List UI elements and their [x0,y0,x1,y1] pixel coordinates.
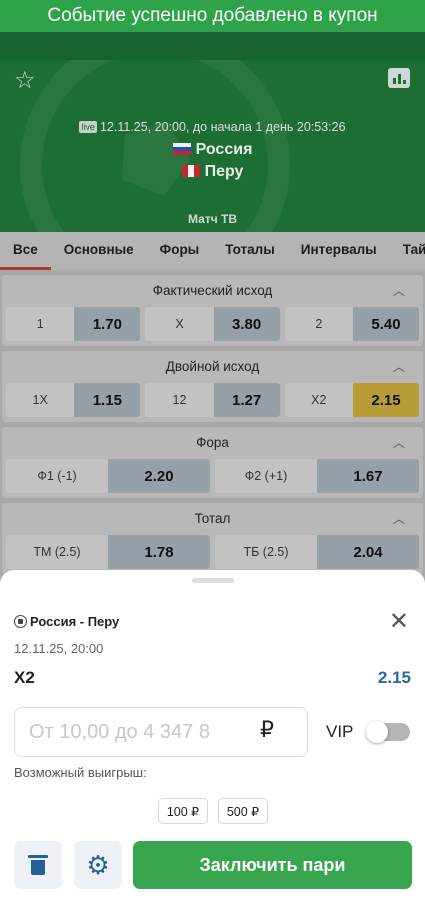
outcome-label: 1X [32,393,48,407]
quick-amount-100[interactable]: 100 ₽ [158,798,208,824]
russia-flag-icon [172,143,191,155]
odd-button-2[interactable]: 2 5.40 [284,307,419,341]
outcome-label: X [175,317,184,331]
football-icon [14,615,27,628]
team-1-name: Россия [195,141,253,158]
market-group-result: Фактический исход ︿ 1 1.70 X 3.80 2 5.40 [2,275,423,346]
group-title: Тотал [194,511,231,526]
odd-value: 1.27 [213,383,280,417]
outcome-label: 1 [36,317,44,331]
coupon-bet-odd: 2.15 [377,668,411,687]
outcome-label: Ф1 (-1) [37,469,77,483]
chevron-up-icon[interactable]: ︿ [393,503,405,535]
odd-button-1x[interactable]: 1X 1.15 [6,383,141,417]
outcome-label: 12 [172,393,187,407]
chevron-up-icon[interactable]: ︿ [393,351,405,383]
group-title: Фактический исход [152,283,273,298]
quick-amount-500[interactable]: 500 ₽ [218,798,268,824]
outcome-label: Ф2 (+1) [244,469,288,483]
odd-value: 2.04 [317,535,419,569]
settings-button[interactable]: ⚙ [74,841,122,889]
tab-totals[interactable]: Тоталы [212,232,288,270]
tab-halves[interactable]: Тайм [390,232,425,270]
coupon-bet-type: X2 [14,668,35,687]
peru-flag-icon [181,165,200,177]
chevron-up-icon[interactable]: ︿ [393,427,405,459]
group-title: Фора [196,435,229,450]
odd-value: 5.40 [352,307,419,341]
currency-symbol: ₽ [260,717,274,742]
coupon-event-date: 12.11.25, 20:00 [14,641,104,656]
team-2-name: Перу [204,163,244,180]
possible-win-label: Возможный выигрыш: [14,765,147,780]
star-icon[interactable]: ☆ [14,66,36,95]
tab-main[interactable]: Основные [51,232,147,270]
team-1: Россия [0,141,425,159]
trash-icon [28,855,48,875]
odd-value: 1.70 [74,307,141,341]
gear-icon: ⚙ [86,850,110,880]
bet-slip-sheet: Россия - Перу ✕ 12.11.25, 20:00 X2 2.15 … [0,570,425,900]
odd-value: 1.67 [317,459,419,493]
group-header[interactable]: Фора ︿ [2,427,423,459]
group-header[interactable]: Двойной исход ︿ [2,351,423,383]
coupon-event-title: Россия - Перу [14,614,119,629]
group-header[interactable]: Тотал ︿ [2,503,423,535]
stats-icon[interactable] [388,68,410,88]
odd-value: 3.80 [213,307,280,341]
outcome-label: ТМ (2.5) [33,545,81,559]
match-datetime: 12.11.25, 20:00, до начала 1 день 20:53:… [99,120,346,134]
odd-value: 2.20 [108,459,210,493]
group-title: Двойной исход [165,359,260,374]
odd-button-1[interactable]: 1 1.70 [6,307,141,341]
tab-handicaps[interactable]: Форы [147,232,213,270]
sheet-drag-handle[interactable] [192,578,234,583]
group-header[interactable]: Фактический исход ︿ [2,275,423,307]
chevron-up-icon[interactable]: ︿ [393,275,405,307]
outcome-label: ТБ (2.5) [243,545,289,559]
odd-value: 1.15 [74,383,141,417]
tab-intervals[interactable]: Интервалы [288,232,390,270]
outcome-label: 2 [315,317,323,331]
odd-value: 2.15 [352,383,419,417]
team-2: Перу [0,163,425,181]
market-tabs: Все Основные Форы Тоталы Интервалы Тайм [0,232,425,270]
vip-toggle[interactable] [366,721,410,743]
broadcast-channel: Матч ТВ [188,212,237,226]
odd-button-h1[interactable]: Ф1 (-1) 2.20 [6,459,210,493]
odd-button-x[interactable]: X 3.80 [145,307,280,341]
odd-button-h2[interactable]: Ф2 (+1) 1.67 [215,459,419,493]
toast-notification: Событие успешно добавлено в купон [0,0,425,32]
odd-button-12[interactable]: 12 1.27 [145,383,280,417]
match-datetime-row: live 12.11.25, 20:00, до начала 1 день 20… [0,120,425,134]
live-badge: live [79,121,97,133]
odd-button-over[interactable]: ТБ (2.5) 2.04 [215,535,419,569]
odd-button-x2-selected[interactable]: X2 2.15 [284,383,419,417]
close-icon[interactable]: ✕ [389,610,409,634]
market-group-total: Тотал ︿ ТМ (2.5) 1.78 ТБ (2.5) 2.04 [2,503,423,574]
outcome-label: X2 [311,393,327,407]
match-header: Событие успешно добавлено в купон ☆ live… [0,0,425,232]
delete-button[interactable] [14,841,62,889]
vip-label: VIP [326,722,354,741]
market-group-handicap: Фора ︿ Ф1 (-1) 2.20 Ф2 (+1) 1.67 [2,427,423,498]
header-top-strip [0,32,425,60]
place-bet-button[interactable]: Заключить пари [133,841,412,889]
coupon-event-name: Россия - Перу [30,614,120,629]
market-groups: Фактический исход ︿ 1 1.70 X 3.80 2 5.40 Дв… [0,270,425,574]
odd-value: 1.78 [108,535,210,569]
tab-all[interactable]: Все [0,232,51,270]
market-group-double-chance: Двойной исход ︿ 1X 1.15 12 1.27 X2 2.15 [2,351,423,422]
odd-button-under[interactable]: ТМ (2.5) 1.78 [6,535,210,569]
